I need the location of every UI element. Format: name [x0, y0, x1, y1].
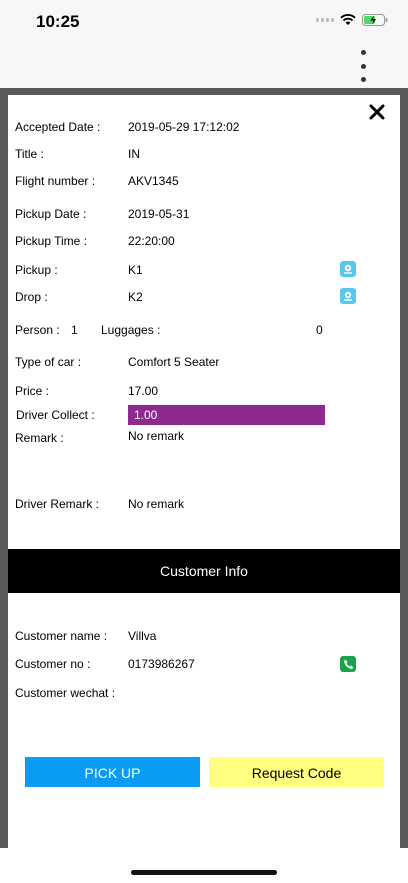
status-icons	[316, 14, 388, 26]
customer-name-label: Customer name :	[15, 629, 108, 643]
battery-icon	[362, 14, 388, 26]
luggages-label: Luggages :	[101, 323, 161, 337]
person-value: 1	[71, 323, 78, 337]
accepted-date-label: Accepted Date :	[15, 120, 101, 134]
customer-info-header: Customer Info	[8, 549, 400, 593]
flight-number-label: Flight number :	[15, 174, 96, 188]
status-bar: 10:25	[0, 0, 408, 46]
remark-label: Remark :	[15, 431, 64, 445]
app-bar	[0, 46, 408, 88]
luggages-value: 0	[316, 323, 323, 337]
price-label: Price :	[15, 384, 50, 398]
signal-icon	[316, 18, 334, 22]
wifi-icon	[340, 14, 356, 26]
driver-collect-value: 1.00	[128, 405, 325, 425]
pickup-value: K1	[128, 263, 143, 277]
home-indicator-area	[0, 848, 408, 883]
status-time: 10:25	[36, 12, 80, 31]
pickup-label: Pickup :	[15, 263, 58, 277]
drop-value: K2	[128, 290, 143, 304]
pickup-button[interactable]: PICK UP	[25, 757, 200, 787]
customer-name-value: Villva	[128, 629, 157, 643]
accepted-date-value: 2019-05-29 17:12:02	[128, 120, 240, 134]
home-indicator[interactable]	[131, 870, 277, 875]
driver-remark-value: No remark	[128, 497, 185, 511]
request-code-button[interactable]: Request Code	[209, 757, 384, 787]
type-of-car-value: Comfort 5 Seater	[128, 355, 220, 369]
booking-detail-modal: Accepted Date : 2019-05-29 17:12:02 Titl…	[8, 95, 400, 848]
type-of-car-label: Type of car :	[15, 355, 82, 369]
pickup-time-label: Pickup Time :	[15, 234, 88, 248]
person-label: Person :	[15, 323, 60, 337]
customer-number-label: Customer no :	[15, 657, 91, 671]
pickup-date-value: 2019-05-31	[128, 207, 190, 221]
customer-number-value: 0173986267	[128, 657, 195, 671]
close-icon[interactable]	[368, 103, 386, 121]
pickup-time-value: 22:20:00	[128, 234, 175, 248]
driver-collect-label: Driver Collect :	[16, 408, 95, 422]
title-value: IN	[128, 147, 140, 161]
driver-remark-label: Driver Remark :	[15, 497, 100, 511]
drop-map-icon[interactable]	[340, 288, 356, 304]
title-label: Title :	[15, 147, 44, 161]
price-value: 17.00	[128, 384, 159, 398]
remark-value: No remark	[128, 429, 185, 443]
more-vertical-icon[interactable]	[356, 50, 370, 82]
pickup-date-label: Pickup Date :	[15, 207, 87, 221]
drop-label: Drop :	[15, 290, 48, 304]
customer-wechat-label: Customer wechat :	[15, 686, 116, 700]
phone-icon[interactable]	[340, 656, 356, 672]
pickup-map-icon[interactable]	[340, 261, 356, 277]
flight-number-value: AKV1345	[128, 174, 179, 188]
